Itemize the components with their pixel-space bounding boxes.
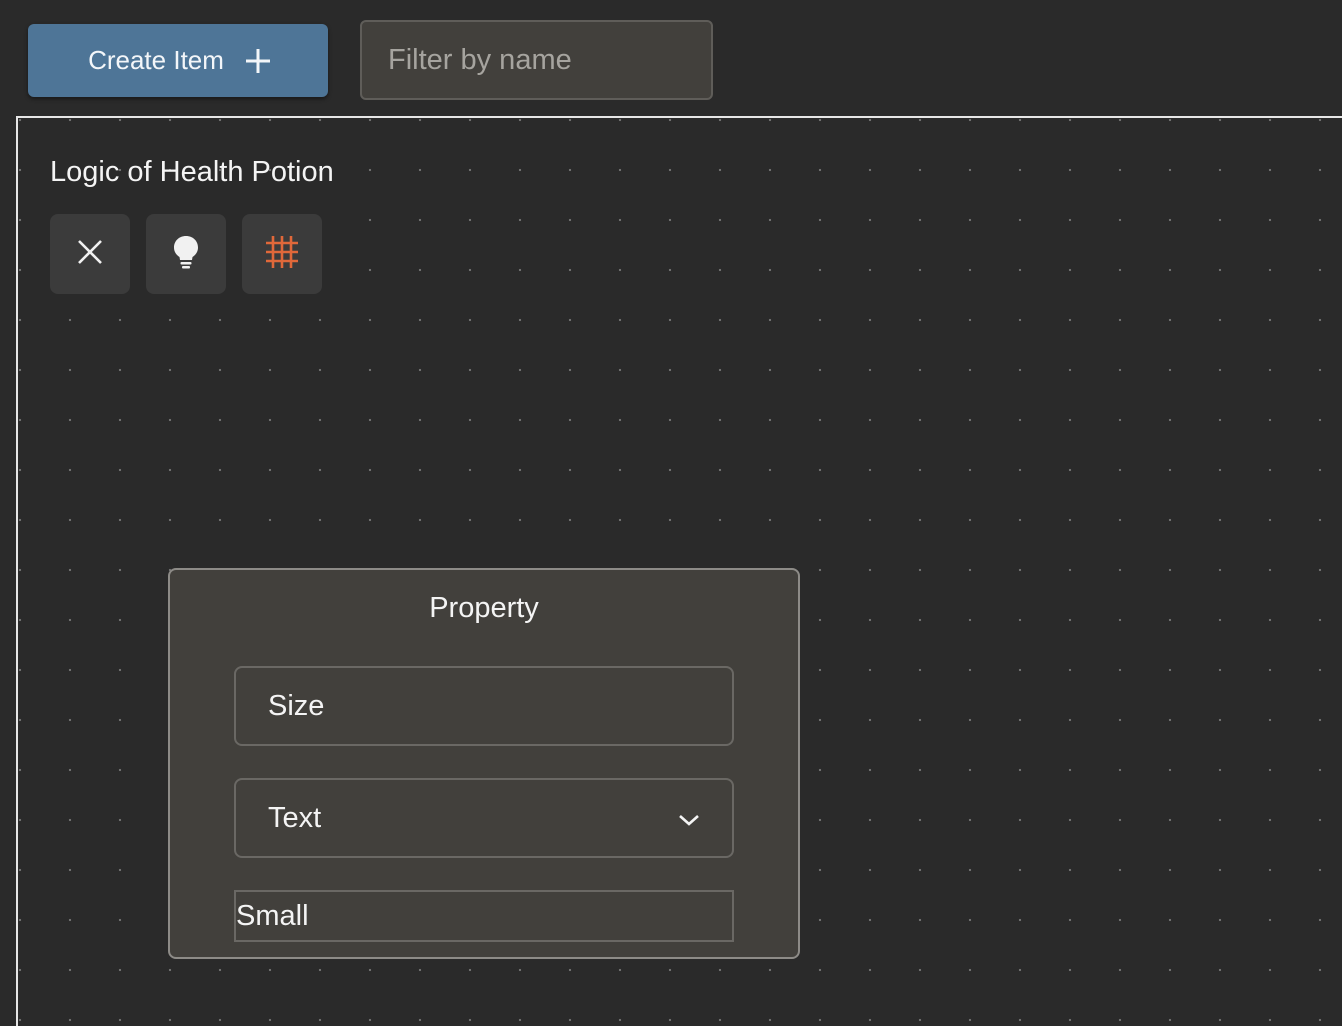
grid-toggle-button[interactable] — [242, 214, 322, 294]
filter-input[interactable] — [360, 20, 713, 100]
logic-canvas[interactable]: Logic of Health Potion Property Size Tex… — [16, 116, 1342, 1026]
hint-button[interactable] — [146, 214, 226, 294]
plus-icon — [244, 47, 272, 75]
close-icon — [76, 238, 104, 271]
create-item-button[interactable]: Create Item — [28, 24, 328, 97]
lightbulb-icon — [172, 234, 200, 275]
chevron-down-icon — [678, 802, 700, 835]
node-title: Property — [429, 592, 539, 624]
grid-icon — [264, 234, 300, 275]
canvas-title: Logic of Health Potion — [50, 156, 334, 188]
create-item-label: Create Item — [88, 45, 224, 75]
property-type-value: Text — [268, 801, 322, 834]
property-value-input[interactable] — [234, 890, 734, 942]
property-type-select[interactable]: Text — [234, 778, 734, 858]
property-name-value: Size — [268, 689, 325, 722]
property-node[interactable]: Property Size Text — [168, 568, 800, 959]
property-name-field[interactable]: Size — [234, 666, 734, 746]
close-button[interactable] — [50, 214, 130, 294]
